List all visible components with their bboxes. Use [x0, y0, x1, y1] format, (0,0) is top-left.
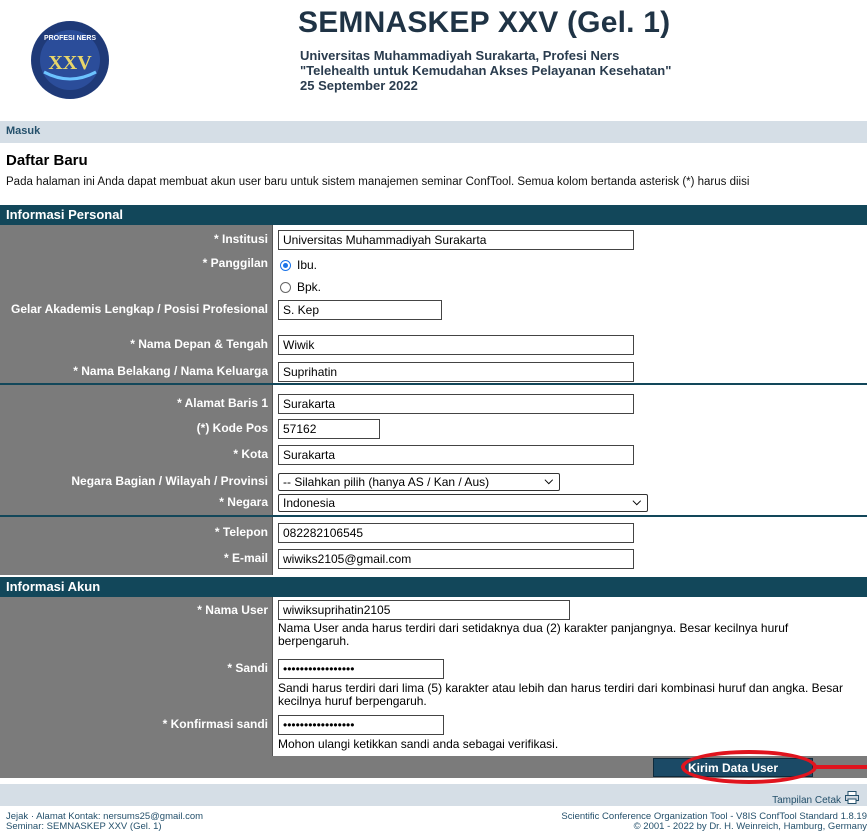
print-view-link[interactable]: Tampilan Cetak — [772, 795, 841, 806]
degree-field[interactable]: S. Kep — [278, 300, 442, 320]
footer-copyright: © 2001 - 2022 by Dr. H. Weinreich, Hambu… — [633, 821, 867, 832]
svg-text:PROFESI NERS: PROFESI NERS — [44, 35, 96, 42]
conference-theme: "Telehealth untuk Kemudahan Akses Pelaya… — [300, 63, 672, 78]
institution-field[interactable]: Universitas Muhammadiyah Surakarta — [278, 230, 634, 250]
address-field[interactable]: Surakarta — [278, 394, 634, 414]
country-select-value: Indonesia — [283, 496, 336, 510]
confirm-password-label: * Konfirmasi sandi — [162, 717, 268, 731]
state-select-value: -- Silahkan pilih (hanya AS / Kan / Aus) — [283, 475, 490, 489]
chevron-down-icon: ⌵ — [544, 475, 553, 487]
nav-bar: Masuk — [0, 121, 867, 143]
password-label: * Sandi — [227, 661, 268, 675]
conference-title: SEMNASKEP XXV (Gel. 1) — [298, 6, 671, 39]
password-field[interactable]: ••••••••••••••••• — [278, 659, 444, 679]
label-column — [0, 597, 272, 756]
state-label: Negara Bagian / Wilayah / Provinsi — [71, 474, 268, 488]
chevron-down-icon: ⌵ — [632, 496, 641, 508]
page-title: Daftar Baru — [6, 152, 88, 169]
phone-field[interactable]: 082282106545 — [278, 523, 634, 543]
print-bar — [0, 784, 867, 806]
conference-logo: PROFESI NERS XXV — [31, 21, 109, 99]
city-label: * Kota — [233, 447, 268, 461]
salutation-option-label: Bpk. — [297, 280, 322, 294]
salutation-option-ibu[interactable]: Ibu. — [280, 258, 317, 272]
printer-icon[interactable] — [845, 791, 859, 804]
country-label: * Negara — [219, 495, 268, 509]
state-select[interactable]: -- Silahkan pilih (hanya AS / Kan / Aus)… — [278, 473, 560, 491]
institution-label: * Institusi — [213, 232, 268, 246]
username-field[interactable]: wiwiksuprihatin2105 — [278, 600, 570, 620]
conference-date: 25 September 2022 — [300, 78, 418, 93]
svg-text:XXV: XXV — [48, 52, 92, 74]
country-select[interactable]: Indonesia ⌵ — [278, 494, 648, 512]
section-account-heading: Informasi Akun — [0, 577, 867, 597]
page-intro: Pada halaman ini Anda dapat membuat akun… — [6, 176, 750, 188]
postcode-label: (*) Kode Pos — [196, 421, 268, 435]
degree-label: Gelar Akademis Lengkap / Posisi Profesio… — [11, 302, 268, 316]
section-personal-heading: Informasi Personal — [0, 205, 867, 225]
password-hint: Sandi harus terdiri dari lima (5) karakt… — [278, 681, 843, 708]
phone-label: * Telepon — [214, 525, 268, 539]
login-link[interactable]: Masuk — [6, 125, 40, 137]
email-label: * E-mail — [223, 551, 268, 565]
postcode-field[interactable]: 57162 — [278, 419, 380, 439]
radio-icon[interactable] — [280, 281, 291, 293]
salutation-option-label: Ibu. — [297, 258, 318, 272]
highlight-arrow — [815, 765, 867, 769]
page-header: PROFESI NERS XXV SEMNASKEP XXV (Gel. 1) … — [0, 0, 867, 120]
lastname-field[interactable]: Suprihatin — [278, 362, 634, 382]
confirm-password-hint: Mohon ulangi ketikkan sandi anda sebagai… — [278, 737, 559, 751]
confirm-password-field[interactable]: ••••••••••••••••• — [278, 715, 444, 735]
salutation-label: * Panggilan — [202, 256, 268, 270]
radio-selected-icon[interactable] — [280, 259, 291, 271]
city-field[interactable]: Surakarta — [278, 445, 634, 465]
salutation-option-bpk[interactable]: Bpk. — [280, 280, 321, 294]
firstname-field[interactable]: Wiwik — [278, 335, 634, 355]
footer-seminar: Seminar: SEMNASKEP XXV (Gel. 1) — [6, 821, 162, 832]
conference-subtitle: Universitas Muhammadiyah Surakarta, Prof… — [300, 48, 620, 63]
submit-user-button[interactable]: Kirim Data User — [653, 758, 813, 777]
lastname-label: * Nama Belakang / Nama Keluarga — [73, 364, 268, 378]
username-label: * Nama User — [197, 603, 268, 617]
address-label: * Alamat Baris 1 — [177, 396, 268, 410]
email-field[interactable]: wiwiks2105@gmail.com — [278, 549, 634, 569]
username-hint: Nama User anda harus terdiri dari setida… — [278, 621, 789, 648]
firstname-label: * Nama Depan & Tengah — [130, 337, 268, 351]
